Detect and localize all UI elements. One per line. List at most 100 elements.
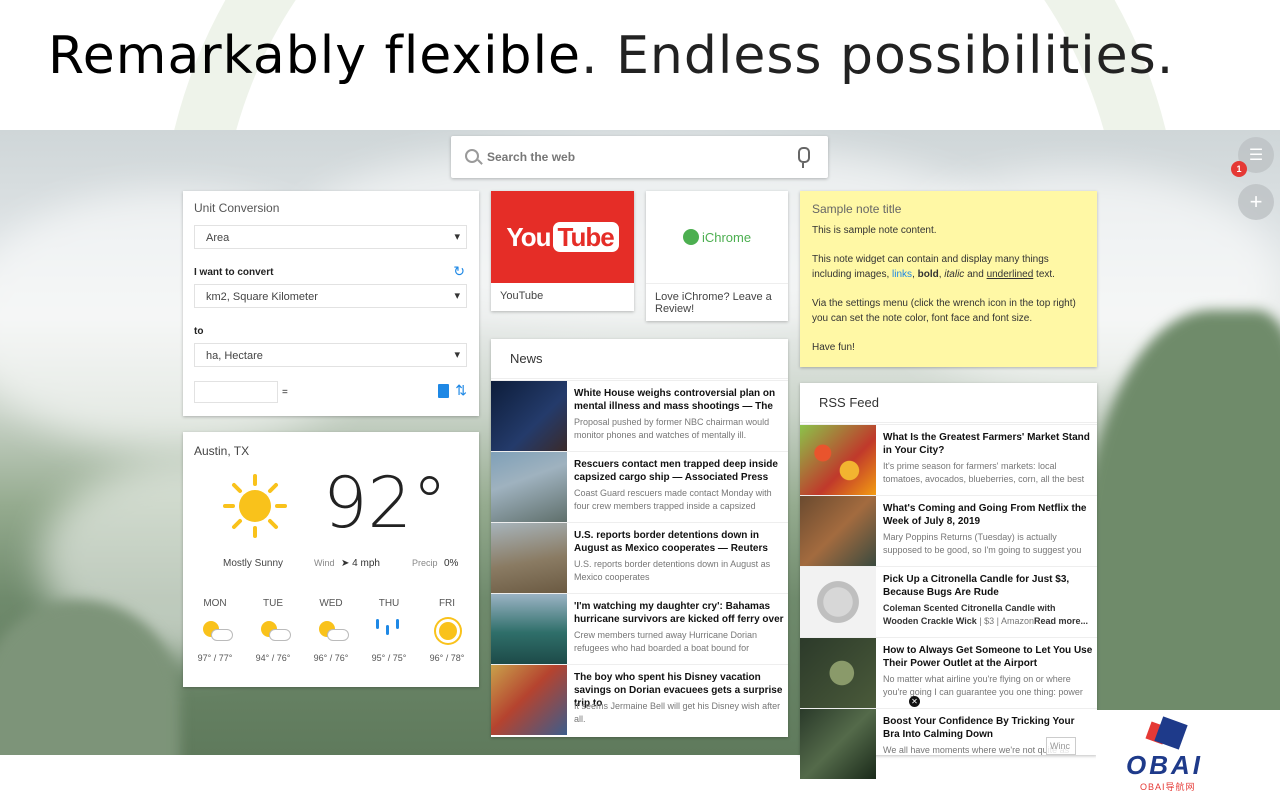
forecast-day: FRI 96° / 78° <box>418 598 476 663</box>
forecast-temps: 96° / 76° <box>313 653 349 663</box>
swap-icon[interactable]: ⇅ <box>455 382 467 399</box>
unit-conversion-widget: Unit Conversion Area I want to convert ↻… <box>183 191 479 416</box>
news-description: Coast Guard rescuers made contact Monday… <box>574 488 772 511</box>
youtube-logo: You Tube <box>491 191 634 283</box>
sunny-icon <box>430 617 464 647</box>
ichrome-logo-text: iChrome <box>701 229 752 245</box>
note-text: and <box>964 269 987 280</box>
weather-widget: Austin, TX 92° Mostly Sunny Wind ➤ 4 mph… <box>183 432 479 687</box>
convert-label: I want to convert <box>194 267 274 278</box>
rss-headline: How to Always Get Someone to Let You Use… <box>883 645 1093 669</box>
youtube-shortcut[interactable]: You Tube YouTube <box>491 191 634 311</box>
ichrome-icon <box>682 229 699 245</box>
note-line: Have fun! <box>812 342 855 353</box>
from-unit-select[interactable]: km2, Square Kilometer <box>194 284 467 308</box>
refresh-icon[interactable]: ↻ <box>453 263 465 280</box>
rss-description: Coleman Scented Citronella Candle with W… <box>883 602 1093 628</box>
note-text: text. <box>1033 269 1055 280</box>
forecast-temps: 94° / 76° <box>255 653 291 663</box>
forecast-day: TUE 94° / 76° <box>244 598 302 663</box>
news-thumbnail <box>491 665 567 735</box>
news-headline: 'I'm watching my daughter cry': Bahamas … <box>574 601 784 625</box>
forecast-day-name: WED <box>319 598 343 609</box>
youtube-logo-you: You <box>506 221 551 252</box>
rss-headline: Pick Up a Citronella Candle for Just $3,… <box>883 574 1070 598</box>
news-item[interactable]: 'I'm watching my daughter cry': Bahamas … <box>491 593 788 664</box>
rss-item[interactable]: What Is the Greatest Farmers' Market Sta… <box>800 424 1097 495</box>
logo-cube-blue <box>1154 716 1188 750</box>
to-unit-select[interactable]: ha, Hectare <box>194 343 467 367</box>
headline-title: Remarkably flexible. Endless possibiliti… <box>48 26 1174 86</box>
news-description: U.S. reports border detentions down in A… <box>574 559 771 582</box>
forecast-temps: 97° / 77° <box>197 653 233 663</box>
forecast-day: MON 97° / 77° <box>186 598 244 663</box>
wind-value: ➤ 4 mph <box>341 558 380 569</box>
rss-item[interactable]: Pick Up a Citronella Candle for Just $3,… <box>800 566 1097 637</box>
headline-rest: . Endless possibilities. <box>581 26 1175 86</box>
rss-item[interactable]: What's Coming and Going From Netflix the… <box>800 495 1097 566</box>
news-headline: U.S. reports border detentions down in A… <box>574 530 768 554</box>
forecast-day: WED 96° / 76° <box>302 598 360 663</box>
news-thumbnail <box>491 452 567 522</box>
youtube-logo-tube: Tube <box>552 221 619 252</box>
document-icon[interactable] <box>438 384 449 398</box>
news-headline: White House weighs controversial plan on… <box>574 388 776 412</box>
rss-headline: What's Coming and Going From Netflix the… <box>883 503 1087 527</box>
note-link[interactable]: links <box>892 269 912 280</box>
close-icon[interactable]: ✕ <box>909 696 920 707</box>
news-item[interactable]: The boy who spent his Disney vacation sa… <box>491 664 788 735</box>
widget-title: RSS Feed <box>800 383 1097 423</box>
rss-description: Mary Poppins Returns (Tuesday) is actual… <box>883 532 1082 555</box>
news-item[interactable]: U.S. reports border detentions down in A… <box>491 522 788 593</box>
news-item[interactable]: White House weighs controversial plan on… <box>491 380 788 451</box>
news-thumbnail <box>491 523 567 593</box>
ichrome-logo: iChrome <box>646 191 788 283</box>
shortcut-label: Love iChrome? Leave a Review! <box>646 283 788 322</box>
category-select[interactable]: Area <box>194 225 467 249</box>
rss-item[interactable]: How to Always Get Someone to Let You Use… <box>800 637 1097 708</box>
widget-title: News <box>491 339 788 379</box>
add-widget-button[interactable]: + <box>1238 184 1274 220</box>
weather-condition: Mostly Sunny <box>223 558 284 569</box>
to-label: to <box>194 326 204 337</box>
ichrome-review-shortcut[interactable]: iChrome Love iChrome? Leave a Review! <box>646 191 788 321</box>
equals-sign: = <box>282 387 288 398</box>
forecast-day-name: TUE <box>263 598 283 609</box>
note-title: Sample note title <box>812 202 902 216</box>
value-input[interactable] <box>194 381 278 403</box>
rss-thumbnail <box>800 425 876 495</box>
obai-watermark-logo: OBAI OBAI导航网 <box>1096 710 1280 800</box>
hamburger-icon: ☰ <box>1248 147 1264 164</box>
rss-thumbnail <box>800 638 876 708</box>
notification-badge: 1 <box>1231 161 1247 177</box>
rss-thumbnail <box>800 709 876 779</box>
search-bar[interactable]: Search the web <box>451 136 828 178</box>
precip-label: Precip <box>412 558 438 568</box>
wind-label: Wind <box>314 558 335 568</box>
logo-subtitle: OBAI导航网 <box>1140 782 1196 792</box>
rss-thumbnail <box>800 567 876 637</box>
partly-sunny-icon <box>256 617 291 647</box>
note-widget[interactable]: Sample note title This is sample note co… <box>800 191 1097 367</box>
read-more-link[interactable]: Read more... <box>1034 616 1088 626</box>
wind-arrow-icon: ➤ <box>341 558 350 569</box>
wind-speed: 4 mph <box>352 558 380 569</box>
rss-feed-widget: RSS Feed What Is the Greatest Farmers' M… <box>800 383 1097 779</box>
note-paragraph: This note widget can contain and display… <box>812 252 1087 282</box>
news-item[interactable]: Rescuers contact men trapped deep inside… <box>491 451 788 522</box>
note-line: Via the settings menu (click the wrench … <box>812 298 1076 324</box>
rss-thumbnail <box>800 496 876 566</box>
news-headline: Rescuers contact men trapped deep inside… <box>574 459 778 483</box>
headline-bold: Remarkably flexible <box>48 26 582 86</box>
partly-sunny-icon <box>314 617 349 647</box>
headline-banner: Remarkably flexible. Endless possibiliti… <box>0 0 1280 130</box>
news-description: Crew members turned away Hurricane Doria… <box>574 630 758 653</box>
watermark-overlay-text: Winc <box>1046 737 1076 755</box>
microphone-icon[interactable] <box>798 147 810 168</box>
forecast-temps: 96° / 78° <box>429 653 465 663</box>
forecast-day-name: FRI <box>438 598 456 609</box>
search-input[interactable]: Search the web <box>487 150 575 164</box>
shortcut-label: YouTube <box>500 290 544 302</box>
rss-headline: What Is the Greatest Farmers' Market Sta… <box>883 432 1090 456</box>
partly-sunny-icon <box>198 617 233 647</box>
